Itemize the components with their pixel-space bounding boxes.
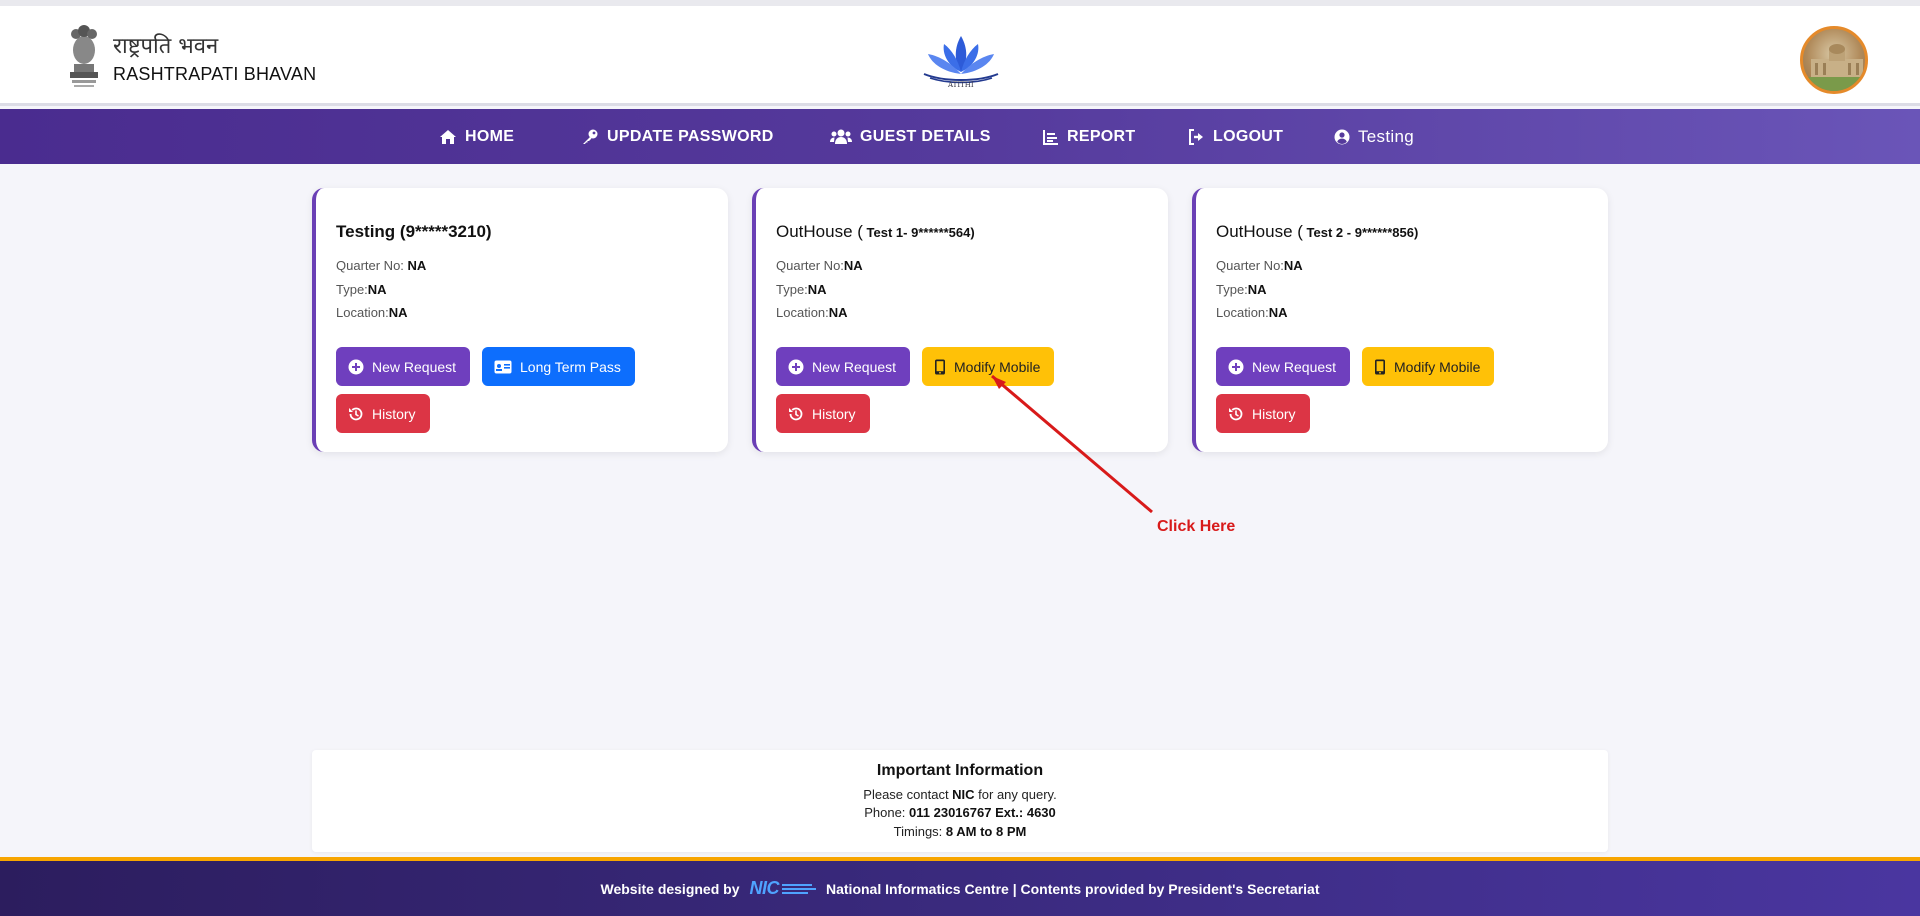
modify-mobile-button[interactable]: Modify Mobile <box>922 347 1055 386</box>
main-nav: HOME UPDATE PASSWORD GUEST DETAILS REPOR… <box>0 109 1920 164</box>
nav-guest-details[interactable]: GUEST DETAILS <box>830 109 991 164</box>
type-field: Type:NA <box>1216 282 1267 297</box>
plus-circle-icon <box>788 359 804 374</box>
nav-home[interactable]: HOME <box>439 109 514 164</box>
new-request-button[interactable]: New Request <box>776 347 911 386</box>
logout-icon <box>1189 128 1203 145</box>
nav-logout-label: LOGOUT <box>1213 127 1284 145</box>
important-info-panel: Important Information Please contact NIC… <box>312 750 1608 852</box>
new-request-button[interactable]: New Request <box>336 347 471 386</box>
key-icon <box>583 129 598 144</box>
nav-update-password[interactable]: UPDATE PASSWORD <box>582 109 774 164</box>
nav-user[interactable]: Testing <box>1334 109 1414 164</box>
type-field: Type:NA <box>336 282 387 297</box>
building-icon <box>1803 44 1865 91</box>
id-card-icon <box>494 360 512 373</box>
history-icon <box>1229 407 1243 420</box>
quarter-field: Quarter No: NA <box>336 258 427 273</box>
chart-line-icon <box>1043 129 1058 145</box>
mobile-phone-icon <box>1375 359 1385 374</box>
info-timings: Timings: 8 AM to 8 PM <box>893 824 1027 839</box>
nav-report[interactable]: REPORT <box>1043 109 1135 164</box>
plus-circle-icon <box>348 359 364 374</box>
info-phone: Phone: 011 23016767 Ext.: 4630 <box>864 805 1056 820</box>
nav-logout[interactable]: LOGOUT <box>1188 109 1283 164</box>
nav-report-label: REPORT <box>1067 127 1136 145</box>
footer: Website designed by NIC National Informa… <box>0 861 1920 916</box>
outhouse-card-2: OutHouse ( Test 2 - 9******856) Quarter … <box>1192 188 1608 452</box>
brand-english: RASHTRAPATI BHAVAN <box>113 64 317 84</box>
nav-user-label: Testing <box>1358 126 1414 146</box>
user-circle-icon <box>1334 129 1350 144</box>
home-icon <box>440 129 456 144</box>
history-button[interactable]: History <box>336 394 430 433</box>
header: राष्ट्रपति भवन RASHTRAPATI BHAVAN ATITHI <box>0 6 1920 106</box>
location-field: Location:NA <box>1216 305 1288 320</box>
info-title: Important Information <box>876 762 1044 779</box>
card-title: OutHouse ( Test 1- 9******564) <box>776 222 975 241</box>
annotation-label: Click Here <box>1157 518 1236 535</box>
quarter-field: Quarter No:NA <box>1216 258 1303 273</box>
modify-mobile-button[interactable]: Modify Mobile <box>1362 347 1495 386</box>
location-field: Location:NA <box>776 305 848 320</box>
nic-logo-icon: NIC <box>750 878 816 899</box>
type-field: Type:NA <box>776 282 827 297</box>
national-emblem-icon <box>70 25 98 87</box>
logo-caption: ATITHI <box>948 81 974 89</box>
nav-update-password-label: UPDATE PASSWORD <box>607 127 774 145</box>
info-contact: Please contact NIC for any query. <box>863 787 1057 802</box>
history-icon <box>349 407 363 420</box>
history-button[interactable]: History <box>1216 394 1310 433</box>
mobile-phone-icon <box>935 359 945 374</box>
plus-circle-icon <box>1228 359 1244 374</box>
brand-hindi: राष्ट्रपति भवन <box>113 34 219 59</box>
location-field: Location:NA <box>336 305 408 320</box>
quarter-field: Quarter No:NA <box>776 258 863 273</box>
users-icon <box>830 129 852 144</box>
avatar[interactable] <box>1800 26 1868 94</box>
nav-guest-details-label: GUEST DETAILS <box>860 127 991 145</box>
long-term-pass-button[interactable]: Long Term Pass <box>482 347 635 386</box>
history-icon <box>789 407 803 420</box>
new-request-button[interactable]: New Request <box>1216 347 1351 386</box>
footer-credit: National Informatics Centre | Contents p… <box>826 880 1320 897</box>
nav-home-label: HOME <box>465 127 515 145</box>
card-title: Testing (9*****3210) <box>336 222 492 241</box>
card-title: OutHouse ( Test 2 - 9******856) <box>1216 222 1419 241</box>
outhouse-card-1: OutHouse ( Test 1- 9******564) Quarter N… <box>752 188 1168 452</box>
history-button[interactable]: History <box>776 394 870 433</box>
resident-card: Testing (9*****3210) Quarter No: NA Type… <box>312 188 728 452</box>
footer-designed-by: Website designed by <box>600 880 740 897</box>
